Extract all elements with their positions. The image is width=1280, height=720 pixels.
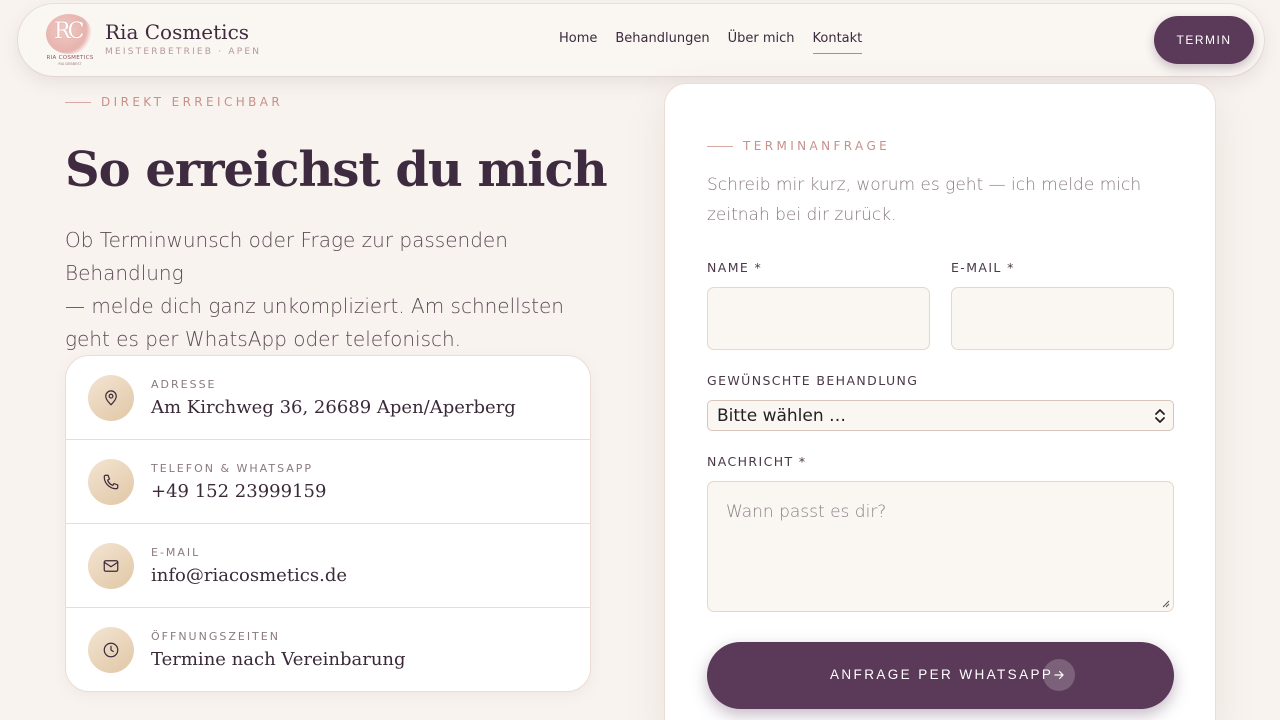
- contact-card: ADRESSE Am Kirchweg 36, 26689 Apen/Aperb…: [65, 355, 591, 692]
- contact-label: ÖFFNUNGSZEITEN: [151, 630, 280, 643]
- form-intro-line: Schreib mir kurz, worum es geht — ich me…: [707, 175, 1142, 195]
- top-navigation: RC RIA COSMETICS RIA DEBBEST Ria Cosmeti…: [18, 4, 1264, 76]
- page-title: So erreichst du mich: [65, 142, 608, 198]
- nav-item-home[interactable]: Home: [559, 31, 597, 54]
- hero-eyebrow: DIREKT ERREICHBAR: [65, 95, 283, 109]
- contact-value: info@riacosmetics.de: [151, 565, 348, 586]
- email-field[interactable]: [951, 287, 1174, 350]
- brand-subtitle: MEISTERBETRIEB · APEN: [105, 47, 262, 57]
- logo-letters: RC: [54, 19, 84, 44]
- submit-label: ANFRAGE PER WHATSAPP: [830, 667, 1054, 682]
- treatment-select[interactable]: Bitte wählen …: [707, 400, 1174, 431]
- form-intro: Schreib mir kurz, worum es geht — ich me…: [707, 170, 1147, 230]
- brand-logo[interactable]: RC RIA COSMETICS RIA DEBBEST: [44, 12, 96, 66]
- contact-value: +49 152 23999159: [151, 481, 327, 502]
- contact-label: TELEFON & WHATSAPP: [151, 462, 314, 475]
- brand-name[interactable]: Ria Cosmetics: [105, 20, 249, 44]
- contact-row-email[interactable]: E-MAIL info@riacosmetics.de: [66, 524, 590, 608]
- termin-button[interactable]: TERMIN: [1154, 16, 1254, 64]
- resize-handle-icon[interactable]: [1160, 598, 1170, 608]
- logo-small-text: RIA COSMETICS: [46, 55, 94, 61]
- contact-label: E-MAIL: [151, 546, 201, 559]
- mail-icon: [88, 543, 134, 589]
- clock-icon: [88, 627, 134, 673]
- hero-text-line: geht es per WhatsApp oder telefonisch.: [65, 327, 462, 351]
- form-eyebrow: TERMINANFRAGE: [707, 139, 890, 153]
- form-intro-line: zeitnah bei dir zurück.: [707, 205, 897, 225]
- select-arrows-icon: [1155, 409, 1165, 423]
- hero-text-line: — melde dich ganz unkompliziert. Am schn…: [65, 294, 564, 318]
- form-eyebrow-text: TERMINANFRAGE: [743, 139, 891, 153]
- map-pin-icon: [88, 375, 134, 421]
- name-field[interactable]: [707, 287, 930, 350]
- hero-description: Ob Terminwunsch oder Frage zur passenden…: [65, 224, 595, 356]
- eyebrow-line: [65, 101, 91, 103]
- message-textarea[interactable]: Wann passt es dir?: [707, 481, 1174, 612]
- nav-item-kontakt[interactable]: Kontakt: [812, 31, 862, 54]
- arrow-right-icon: [1043, 659, 1075, 691]
- hero-text-line: Ob Terminwunsch oder Frage zur passenden…: [65, 228, 508, 285]
- contact-label: ADRESSE: [151, 378, 217, 391]
- nav-item-behandlungen[interactable]: Behandlungen: [615, 31, 709, 54]
- name-label: NAME *: [707, 260, 763, 275]
- contact-value: Am Kirchweg 36, 26689 Apen/Aperberg: [151, 397, 516, 418]
- contact-row-address[interactable]: ADRESSE Am Kirchweg 36, 26689 Apen/Aperb…: [66, 356, 590, 440]
- nav-links: Home Behandlungen Über mich Kontakt: [559, 31, 862, 54]
- email-label: E-MAIL *: [951, 260, 1015, 275]
- appointment-form: TERMINANFRAGE Schreib mir kurz, worum es…: [664, 83, 1216, 720]
- contact-row-phone[interactable]: TELEFON & WHATSAPP +49 152 23999159: [66, 440, 590, 524]
- contact-row-hours: ÖFFNUNGSZEITEN Termine nach Vereinbarung: [66, 608, 590, 691]
- hero-eyebrow-text: DIREKT ERREICHBAR: [101, 95, 284, 109]
- treatment-label: GEWÜNSCHTE BEHANDLUNG: [707, 373, 919, 388]
- logo-tiny-text: RIA DEBBEST: [58, 62, 82, 66]
- message-placeholder: Wann passt es dir?: [726, 502, 887, 522]
- message-label: NACHRICHT *: [707, 454, 807, 469]
- whatsapp-submit-button[interactable]: ANFRAGE PER WHATSAPP: [707, 642, 1174, 709]
- phone-icon: [88, 459, 134, 505]
- eyebrow-line: [707, 145, 733, 147]
- contact-value: Termine nach Vereinbarung: [151, 649, 406, 670]
- treatment-select-value: Bitte wählen …: [717, 406, 847, 426]
- nav-item-ueber-mich[interactable]: Über mich: [728, 31, 795, 54]
